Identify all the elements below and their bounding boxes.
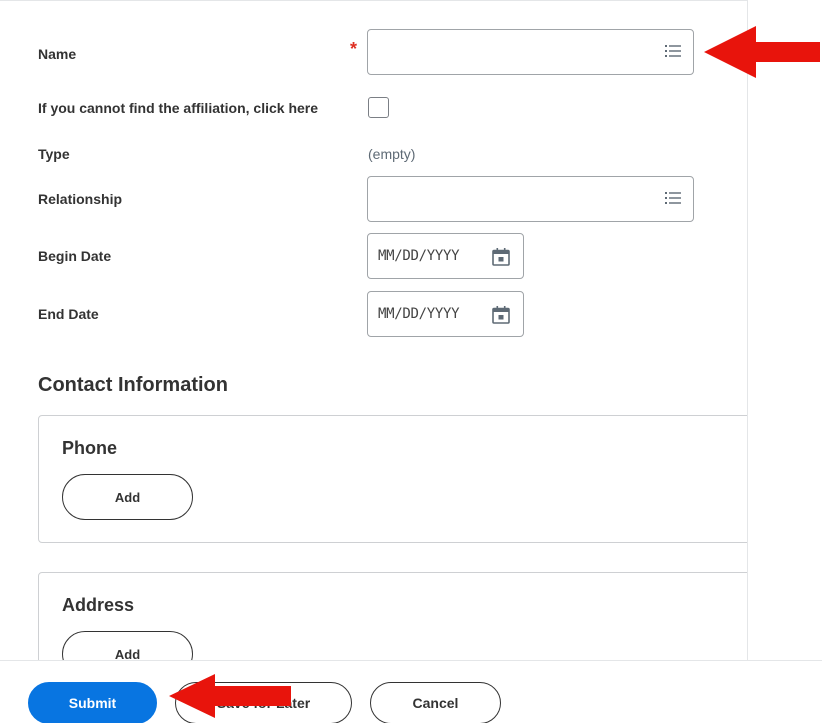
list-icon [665, 192, 681, 204]
begin-date-placeholder: MM/DD/YYYY [378, 248, 460, 264]
form-panel: Name * If you cannot find the affiliatio… [0, 0, 748, 660]
phone-heading: Phone [62, 438, 118, 458]
type-value: (empty) [368, 146, 416, 162]
cancel-button[interactable]: Cancel [370, 682, 501, 723]
address-heading: Address [62, 595, 135, 615]
name-label: Name [38, 46, 77, 62]
required-marker: * [350, 39, 358, 59]
annotation-arrow-icon [169, 674, 291, 718]
begin-date-field[interactable]: MM/DD/YYYY [367, 233, 524, 279]
end-date-label: End Date [38, 306, 99, 322]
relationship-label: Relationship [38, 191, 123, 207]
name-prompt-field[interactable] [367, 29, 694, 75]
affiliation-label: If you cannot find the affiliation, clic… [38, 100, 319, 116]
begin-date-label: Begin Date [38, 248, 112, 264]
affiliation-checkbox[interactable] [368, 97, 389, 118]
type-label: Type [38, 146, 70, 162]
contact-information-heading: Contact Information [38, 374, 228, 396]
add-phone-button[interactable]: Add [62, 474, 193, 520]
relationship-prompt-field[interactable] [367, 176, 694, 222]
annotation-arrow-icon [704, 26, 820, 78]
add-address-button[interactable]: Add [62, 631, 193, 660]
calendar-icon[interactable] [491, 305, 511, 325]
calendar-icon[interactable] [491, 247, 511, 267]
list-icon [665, 45, 681, 57]
phone-card: Phone Add [38, 415, 747, 543]
submit-button[interactable]: Submit [28, 682, 157, 723]
end-date-placeholder: MM/DD/YYYY [378, 306, 460, 322]
footer-bar: Submit Save for Later Cancel [0, 660, 822, 723]
address-card: Address Add [38, 572, 747, 660]
end-date-field[interactable]: MM/DD/YYYY [367, 291, 524, 337]
